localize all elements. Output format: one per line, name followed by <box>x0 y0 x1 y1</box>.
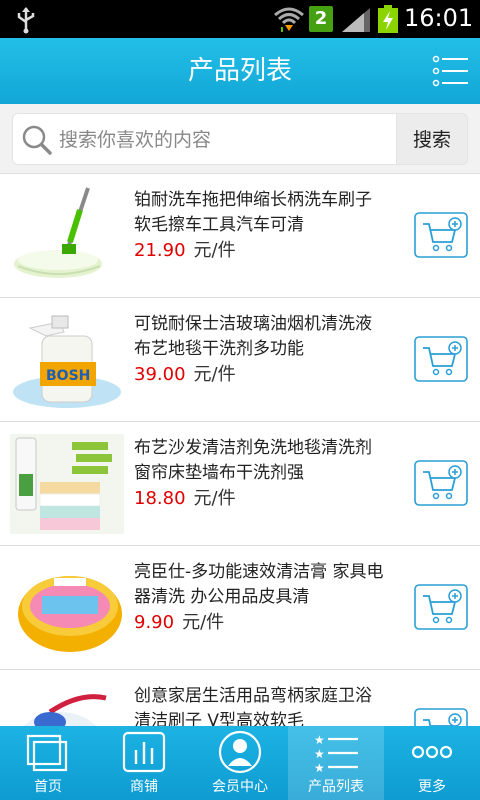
price-unit: 元/件 <box>193 240 236 261</box>
page-title: 产品列表 <box>187 56 292 86</box>
product-name: 铂耐洗车拖把伸缩长柄洗车刷子软毛擦车工具汽车可清 <box>134 190 372 235</box>
add-to-cart-icon[interactable] <box>414 336 468 382</box>
star-list-icon: ★ ★ ★ <box>314 733 358 774</box>
product-price: 9.90 <box>134 612 175 633</box>
add-to-cart-icon[interactable] <box>414 708 468 726</box>
nav-item-product-list[interactable]: ★ ★ ★ 产品列表 <box>288 726 384 800</box>
search-icon <box>22 125 52 155</box>
product-image <box>10 186 124 286</box>
product-name: 可锐耐保士洁玻璃油烟机清洗液 布艺地毯干洗剂多功能 <box>134 314 372 359</box>
product-list: 铂耐洗车拖把伸缩长柄洗车刷子软毛擦车工具汽车可清 21.90 元/件 BOSH 可… <box>0 174 480 726</box>
search-button[interactable]: 搜索 <box>396 113 468 165</box>
product-name: 创意家居生活用品弯柄家庭卫浴清洁刷子 V型高效软毛 <box>134 686 372 726</box>
svg-text:★: ★ <box>314 747 325 761</box>
svg-text:★: ★ <box>314 761 325 774</box>
clock: 16:01 <box>404 4 474 32</box>
price-unit: 元/件 <box>193 364 236 385</box>
add-to-cart-icon[interactable] <box>414 212 468 258</box>
nav-item-home[interactable]: 首页 <box>0 726 96 800</box>
sim-badge: 2 <box>309 6 333 32</box>
svg-text:BOSH: BOSH <box>46 368 90 384</box>
wifi-icon <box>274 7 304 32</box>
nav-label: 商铺 <box>130 779 158 795</box>
bottom-nav: 首页 商铺 会员中心 ★ ★ ★ 产品列表 更多 <box>0 726 480 800</box>
more-dots-icon <box>411 745 453 759</box>
price-row: 18.80 元/件 <box>134 486 236 512</box>
nav-label: 首页 <box>34 779 62 795</box>
nav-item-shop[interactable]: 商铺 <box>96 726 192 800</box>
nav-item-member[interactable]: 会员中心 <box>192 726 288 800</box>
usb-icon <box>17 7 35 34</box>
search-bar: 搜索你喜欢的内容 搜索 <box>0 104 480 174</box>
app-header: 产品列表 <box>0 38 480 104</box>
product-image <box>10 682 124 726</box>
battery-icon <box>378 5 398 33</box>
product-name: 亮臣仕-多功能速效清洁膏 家具电器清洗 办公用品皮具清 <box>134 562 384 607</box>
status-bar: 2 16:01 <box>0 0 480 38</box>
home-pages-icon <box>26 734 68 772</box>
list-item[interactable]: 亮臣仕-多功能速效清洁膏 家具电器清洗 办公用品皮具清 9.90 元/件 <box>0 546 480 670</box>
add-to-cart-icon[interactable] <box>414 584 468 630</box>
search-placeholder: 搜索你喜欢的内容 <box>59 129 212 151</box>
price-row: 21.90 元/件 <box>134 238 236 264</box>
signal-icon <box>342 8 370 32</box>
product-price: 18.80 <box>134 488 186 509</box>
add-to-cart-icon[interactable] <box>414 460 468 506</box>
list-item[interactable]: 布艺沙发清洁剂免洗地毯清洗剂窗帘床垫墙布干洗剂强 18.80 元/件 <box>0 422 480 546</box>
nav-label: 更多 <box>418 779 446 795</box>
list-item[interactable]: 铂耐洗车拖把伸缩长柄洗车刷子软毛擦车工具汽车可清 21.90 元/件 <box>0 174 480 298</box>
chart-bars-icon <box>122 731 166 773</box>
product-image: BOSH <box>10 310 124 410</box>
nav-label: 会员中心 <box>212 779 268 795</box>
price-row: 39.00 元/件 <box>134 362 236 388</box>
price-unit: 元/件 <box>182 612 225 633</box>
price-unit: 元/件 <box>193 488 236 509</box>
user-icon <box>218 730 262 774</box>
product-image <box>10 434 124 534</box>
menu-list-icon[interactable] <box>432 52 470 90</box>
list-item[interactable]: 创意家居生活用品弯柄家庭卫浴清洁刷子 V型高效软毛 <box>0 670 480 726</box>
price-row: 9.90 元/件 <box>134 610 224 636</box>
nav-label: 产品列表 <box>308 779 364 795</box>
search-input[interactable]: 搜索你喜欢的内容 <box>12 113 396 165</box>
product-price: 21.90 <box>134 240 186 261</box>
svg-text:★: ★ <box>314 733 325 747</box>
list-item[interactable]: BOSH 可锐耐保士洁玻璃油烟机清洗液 布艺地毯干洗剂多功能 39.00 元/件 <box>0 298 480 422</box>
product-image <box>10 558 124 658</box>
nav-item-more[interactable]: 更多 <box>384 726 480 800</box>
product-name: 布艺沙发清洁剂免洗地毯清洗剂窗帘床垫墙布干洗剂强 <box>134 438 372 483</box>
product-price: 39.00 <box>134 364 186 385</box>
